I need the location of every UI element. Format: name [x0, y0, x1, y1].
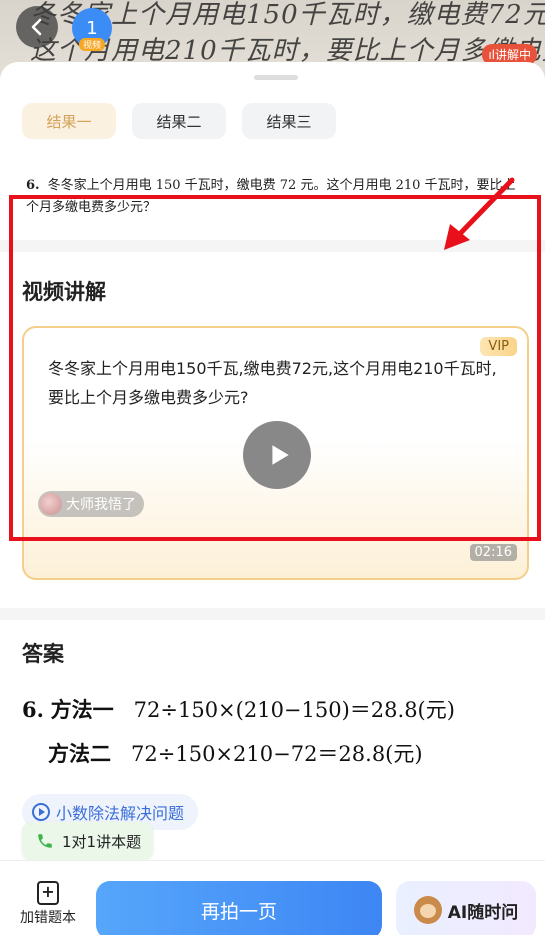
clipboard-add-icon — [37, 881, 59, 905]
answer-method-1: 6. 方法一 72÷150×(210−150)＝28.8(元) — [22, 697, 455, 722]
play-circle-icon — [32, 803, 50, 821]
tab-result-2[interactable]: 结果二 — [132, 103, 226, 139]
retake-photo-button[interactable]: 再拍一页 — [96, 881, 382, 935]
waveform-icon: ıl — [488, 48, 495, 62]
add-wrong-label: 加错题本 — [20, 910, 76, 926]
question-number: 6. — [26, 178, 40, 193]
answer-method-2: 方法二 72÷150×210−72＝28.8(元) — [48, 741, 423, 766]
ai-ask-button[interactable]: AI随时问 — [396, 881, 536, 935]
badge-number: 1 — [86, 17, 98, 39]
add-wrong-book-button[interactable]: 加错题本 — [14, 881, 82, 927]
bottom-bar: 加错题本 再拍一页 AI随时问 — [0, 860, 545, 935]
ai-ask-label: AI随时问 — [447, 902, 519, 923]
video-tag: 视频 — [78, 38, 106, 51]
monkey-mascot-icon — [413, 896, 442, 924]
divider — [0, 608, 545, 620]
drag-handle[interactable] — [254, 75, 298, 80]
chevron-left-icon — [31, 18, 42, 36]
one-on-one-button[interactable]: 1对1讲本题 — [22, 822, 154, 860]
back-button[interactable] — [16, 6, 58, 48]
video-duration: 02:16 — [469, 544, 517, 561]
one-on-one-label: 1对1讲本题 — [62, 832, 142, 851]
knowledge-tag-label: 小数除法解决问题 — [56, 804, 185, 823]
answer-title: 答案 — [22, 642, 64, 666]
phone-icon — [38, 834, 52, 848]
red-arrow-icon — [444, 177, 515, 250]
question-number-badge[interactable]: 1 视频 — [72, 8, 112, 51]
result-tabs: 结果一 结果二 结果三 — [22, 103, 336, 139]
tab-result-3[interactable]: 结果三 — [242, 103, 336, 139]
tab-result-1[interactable]: 结果一 — [22, 103, 116, 139]
